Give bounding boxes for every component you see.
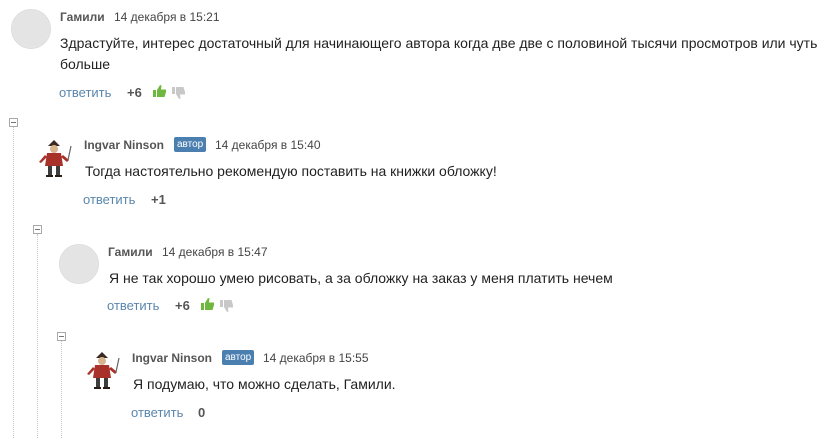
- comment: Ingvar Ninson автор 14 декабря в 15:40 Т…: [0, 130, 833, 220]
- vote-score: 0: [198, 405, 206, 420]
- comment: Гамили 14 декабря в 15:47 Я не так хорош…: [0, 236, 833, 326]
- thumbs-down-icon[interactable]: [172, 86, 186, 100]
- comment-date[interactable]: 14 декабря в 15:21: [114, 10, 220, 24]
- pirate-figure-avatar-icon[interactable]: [84, 350, 120, 390]
- author-badge: автор: [222, 350, 255, 365]
- vote-score: +6: [127, 85, 142, 100]
- default-avatar-icon: [13, 11, 49, 47]
- user-avatar[interactable]: [59, 244, 99, 284]
- comment-author[interactable]: Ingvar Ninson: [132, 351, 212, 365]
- author-badge: автор: [174, 137, 207, 152]
- vote-score: +1: [151, 192, 166, 207]
- collapse-toggle[interactable]: [9, 118, 18, 127]
- comment-author[interactable]: Гамили: [60, 10, 105, 24]
- thumbs-up-icon[interactable]: [201, 297, 215, 311]
- reply-link[interactable]: ответить: [131, 405, 183, 420]
- comment-date[interactable]: 14 декабря в 15:47: [162, 245, 268, 259]
- comment-date[interactable]: 14 декабря в 15:55: [263, 351, 369, 365]
- comment: Гамили 14 декабря в 15:21 Здрастуйте, ин…: [0, 0, 833, 110]
- user-avatar[interactable]: [11, 9, 51, 49]
- collapse-toggle[interactable]: [57, 332, 66, 341]
- comment-text: Здрастуйте, интерес достаточный для начи…: [60, 35, 818, 72]
- reply-link[interactable]: ответить: [59, 85, 111, 100]
- vote-score: +6: [175, 298, 190, 313]
- comment-date[interactable]: 14 декабря в 15:40: [215, 138, 321, 152]
- comment-text: Я не так хорошо умею рисовать, а за обло…: [109, 270, 613, 286]
- pirate-figure-avatar-icon[interactable]: [36, 138, 72, 178]
- comment-author[interactable]: Гамили: [108, 245, 153, 259]
- default-avatar-icon: [61, 246, 97, 282]
- thumbs-up-icon[interactable]: [153, 84, 167, 98]
- comment: Ingvar Ninson автор 14 декабря в 15:55 Я…: [0, 342, 833, 432]
- comment-text: Тогда настоятельно рекомендую поставить …: [85, 163, 497, 179]
- comment-text: Я подумаю, что можно сделать, Гамили.: [133, 376, 396, 392]
- reply-link[interactable]: ответить: [107, 298, 159, 313]
- reply-link[interactable]: ответить: [83, 192, 135, 207]
- collapse-toggle[interactable]: [33, 225, 42, 234]
- thumbs-down-icon[interactable]: [220, 299, 234, 313]
- comment-author[interactable]: Ingvar Ninson: [84, 138, 164, 152]
